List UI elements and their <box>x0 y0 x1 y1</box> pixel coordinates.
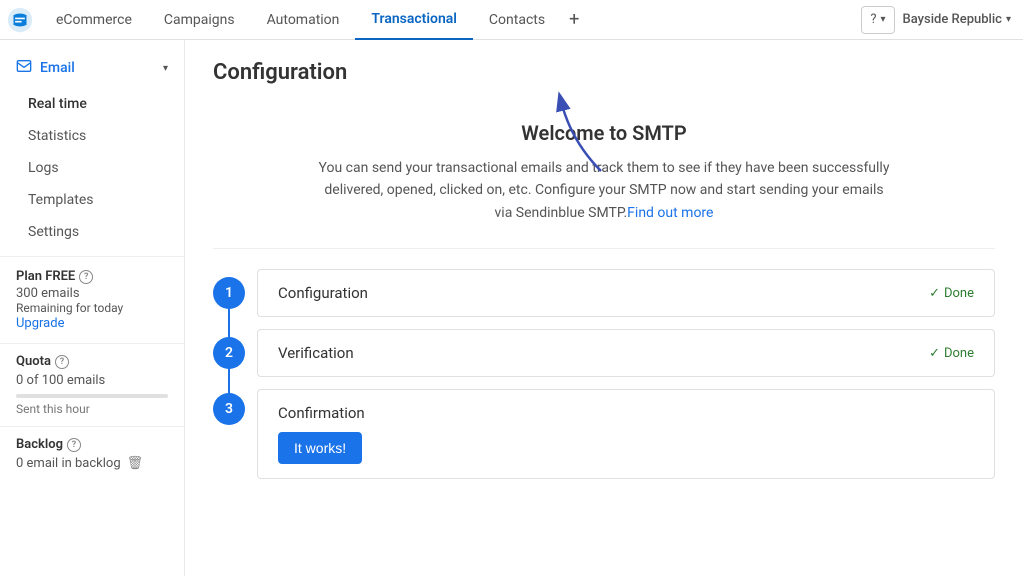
check-icon-1: ✓ <box>929 286 940 301</box>
sidebar-item-realtime[interactable]: Real time <box>0 88 184 120</box>
nav-help-button[interactable]: ? ▾ <box>861 6 894 34</box>
nav-right: ? ▾ Bayside Republic ▾ <box>861 6 1023 34</box>
step-3: 3 Confirmation It works! <box>213 389 995 479</box>
backlog-title: Backlog ? <box>16 437 168 452</box>
sidebar-item-statistics[interactable]: Statistics <box>0 120 184 152</box>
welcome-section: Welcome to SMTP You can send your transa… <box>213 101 995 249</box>
step-2-title: Verification <box>278 344 354 362</box>
step-1: 1 Configuration ✓ Done <box>213 269 995 317</box>
sidebar-email-header[interactable]: Email ▾ <box>0 48 184 88</box>
chevron-down-icon: ▾ <box>881 14 886 25</box>
find-out-link[interactable]: Find out more <box>627 205 713 221</box>
step-2-status: ✓ Done <box>929 346 974 361</box>
step-2-card: Verification ✓ Done <box>257 329 995 377</box>
backlog-value: 0 email in backlog 🗑 <box>16 456 168 471</box>
plan-title: Plan FREE ? <box>16 269 168 284</box>
check-icon-2: ✓ <box>929 346 940 361</box>
plan-section: Plan FREE ? 300 emails Remaining for tod… <box>0 256 184 343</box>
upgrade-link[interactable]: Upgrade <box>16 316 64 331</box>
sidebar-email-label: Email <box>40 60 75 76</box>
help-icon: ? <box>870 12 876 27</box>
sidebar-item-templates[interactable]: Templates <box>0 184 184 216</box>
welcome-title: Welcome to SMTP <box>233 121 975 145</box>
sidebar-item-settings[interactable]: Settings <box>0 216 184 248</box>
quota-info-icon[interactable]: ? <box>55 355 69 369</box>
account-chevron-icon: ▾ <box>1006 14 1011 25</box>
plan-remaining: Remaining for today <box>16 301 168 315</box>
step-1-card: Configuration ✓ Done <box>257 269 995 317</box>
nav-items: eCommerce Campaigns Automation Transacti… <box>40 0 861 40</box>
steps-container: 1 Configuration ✓ Done 2 Verification ✓ … <box>213 269 995 479</box>
quota-title: Quota ? <box>16 354 168 369</box>
page-title: Configuration <box>213 60 995 85</box>
step-3-title: Confirmation <box>278 404 365 422</box>
sent-label: Sent this hour <box>16 402 168 416</box>
nav-plus-button[interactable]: + <box>561 0 587 40</box>
email-chevron-icon: ▾ <box>163 63 168 74</box>
step-3-card: Confirmation It works! <box>257 389 995 479</box>
email-icon <box>16 58 32 78</box>
nav-transactional[interactable]: Transactional <box>355 0 473 40</box>
plan-emails: 300 emails <box>16 286 168 301</box>
backlog-info-icon[interactable]: ? <box>67 438 81 452</box>
quota-bar <box>16 394 168 398</box>
sendinblue-logo-icon <box>7 7 33 33</box>
quota-value: 0 of 100 emails <box>16 373 168 388</box>
top-nav: eCommerce Campaigns Automation Transacti… <box>0 0 1023 40</box>
nav-campaigns[interactable]: Campaigns <box>148 0 251 40</box>
account-label: Bayside Republic <box>903 12 1002 27</box>
nav-ecommerce[interactable]: eCommerce <box>40 0 148 40</box>
logo[interactable] <box>0 0 40 40</box>
step-3-circle: 3 <box>213 393 245 425</box>
sidebar: Email ▾ Real time Statistics Logs Templa… <box>0 40 185 576</box>
step-1-title: Configuration <box>278 284 368 302</box>
step-1-circle: 1 <box>213 277 245 309</box>
quota-section: Quota ? 0 of 100 emails Sent this hour <box>0 343 184 426</box>
step-1-status: ✓ Done <box>929 286 974 301</box>
nav-automation[interactable]: Automation <box>251 0 356 40</box>
nav-account-button[interactable]: Bayside Republic ▾ <box>903 12 1011 27</box>
backlog-section: Backlog ? 0 email in backlog 🗑 <box>0 426 184 481</box>
main-content: Configuration Welcome to SMTP You can se… <box>185 40 1023 576</box>
plan-info-icon[interactable]: ? <box>79 270 93 284</box>
step-2: 2 Verification ✓ Done <box>213 329 995 377</box>
step-2-circle: 2 <box>213 337 245 369</box>
trash-icon[interactable]: 🗑 <box>127 456 144 471</box>
nav-contacts[interactable]: Contacts <box>473 0 561 40</box>
welcome-description: You can send your transactional emails a… <box>314 157 894 224</box>
it-works-button[interactable]: It works! <box>278 432 362 464</box>
sidebar-item-logs[interactable]: Logs <box>0 152 184 184</box>
